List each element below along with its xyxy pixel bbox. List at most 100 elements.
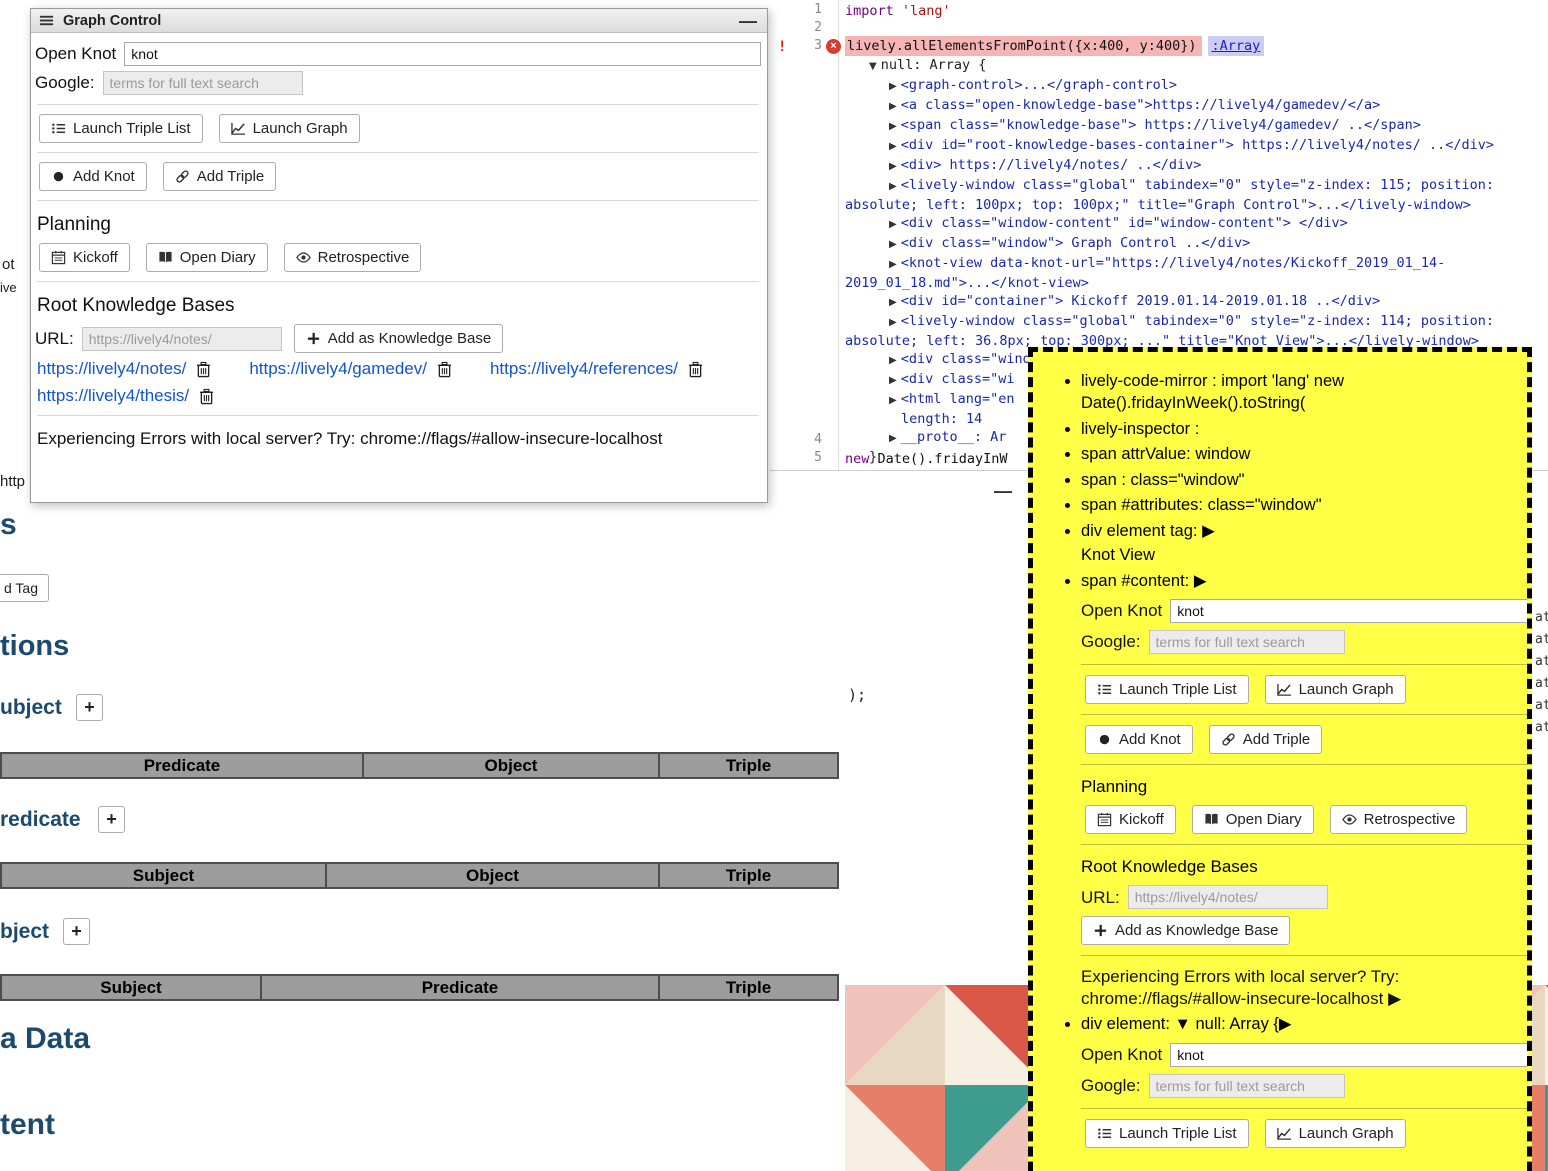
kb-item: https://lively4/thesis/	[37, 386, 214, 406]
expand-icon[interactable]: ▶	[889, 259, 897, 270]
open-diary-button[interactable]: Open Diary	[146, 243, 268, 272]
add-tag-button[interactable]: d Tag	[0, 574, 49, 602]
plus-icon	[1093, 923, 1108, 938]
gutter-line-number: 5	[770, 450, 822, 466]
trash-icon-button[interactable]	[688, 361, 703, 378]
expand-icon[interactable]: ▶	[889, 219, 897, 230]
element-preview-tooltip: lively-code-mirror : import 'lang' new D…	[1028, 347, 1532, 1171]
window-menu-icon[interactable]	[39, 13, 54, 28]
edge-text-fragment: at	[1535, 720, 1548, 735]
gutter-divider	[838, 0, 839, 471]
add-knot-button[interactable]: Add Knot	[39, 162, 147, 191]
error-highlighted-code: lively.allElementsFromPoint({x:400, y:40…	[845, 36, 1202, 56]
launch-triple-list-button[interactable]: Launch Triple List	[1085, 675, 1249, 704]
object-heading-fragment: bject	[0, 920, 49, 944]
divider	[37, 152, 759, 153]
kb-url-input[interactable]	[1128, 885, 1328, 909]
retrospective-button[interactable]: Retrospective	[1330, 805, 1468, 834]
tooltip-item-div-tag-title: Knot View	[1081, 544, 1513, 566]
open-knot-input[interactable]	[1170, 1043, 1529, 1067]
relations-table-header: Subject Object Triple	[0, 862, 839, 889]
window-minimize-button[interactable]: —	[994, 481, 1012, 502]
kb-link[interactable]: https://lively4/gamedev/	[249, 359, 427, 379]
kb-links: https://lively4/notes/ https://lively4/g…	[37, 359, 761, 406]
relations-heading-fragment: tions	[0, 630, 69, 663]
add-knot-button[interactable]: Add Knot	[1085, 725, 1193, 754]
eye-icon	[296, 250, 311, 265]
open-diary-button[interactable]: Open Diary	[1192, 805, 1314, 834]
page-heading-fragment: s	[0, 508, 17, 542]
window-minimize-button[interactable]: —	[739, 11, 757, 31]
expand-icon[interactable]: ▶	[889, 121, 897, 132]
knot-icon	[1097, 732, 1112, 747]
expand-icon[interactable]: ▶	[889, 181, 897, 192]
code-line-5[interactable]: new Date().fridayInW	[845, 450, 1008, 468]
kb-link[interactable]: https://lively4/references/	[490, 359, 678, 379]
knot-view-preview-partial: Open Knot Google: Launch Triple List Lau…	[1081, 1043, 1529, 1148]
tooltip-item-span-attr: span attrValue: window	[1081, 443, 1513, 465]
launch-graph-button[interactable]: Launch Graph	[1265, 1119, 1406, 1148]
google-search-input[interactable]	[103, 71, 303, 95]
collapse-icon[interactable]: ▼	[869, 61, 877, 72]
kickoff-button[interactable]: Kickoff	[39, 243, 130, 272]
launch-triple-list-button[interactable]: Launch Triple List	[1085, 1119, 1249, 1148]
kickoff-button[interactable]: Kickoff	[1085, 805, 1176, 834]
open-knot-input[interactable]	[124, 42, 761, 66]
expand-icon[interactable]: ▶	[889, 101, 897, 112]
code-line-3[interactable]: lively.allElementsFromPoint({x:400, y:40…	[845, 37, 1264, 55]
open-knot-input[interactable]	[1170, 599, 1529, 623]
expand-icon[interactable]: ▶	[889, 297, 897, 308]
google-search-input[interactable]	[1149, 1074, 1345, 1098]
array-annotation-link[interactable]: :Array	[1208, 36, 1265, 56]
error-icon[interactable]: ×	[826, 39, 841, 54]
table-header-cell: Triple	[660, 864, 837, 887]
trash-icon-button[interactable]	[437, 361, 452, 378]
table-header-cell: Predicate	[2, 754, 364, 777]
google-search-input[interactable]	[1149, 630, 1345, 654]
expand-icon[interactable]: ▶	[889, 141, 897, 152]
code-line-1[interactable]: import 'lang'	[845, 2, 951, 20]
add-kb-button[interactable]: Add as Knowledge Base	[294, 324, 503, 353]
trash-icon-button[interactable]	[196, 361, 211, 378]
add-triple-button[interactable]: Add Triple	[163, 162, 277, 191]
add-triple-button[interactable]: Add Triple	[1209, 725, 1323, 754]
url-label: URL:	[1081, 886, 1120, 909]
kb-link[interactable]: https://lively4/notes/	[37, 359, 186, 379]
expand-icon[interactable]: ▶	[889, 375, 897, 386]
tooltip-item-inspector: lively-inspector :	[1081, 418, 1513, 440]
gutter-error-marker: !	[778, 39, 786, 55]
kb-item: https://lively4/references/	[490, 359, 703, 379]
launch-graph-button[interactable]: Launch Graph	[219, 114, 360, 143]
kb-url-input[interactable]	[82, 327, 282, 351]
content-heading-fragment: tent	[0, 1108, 55, 1142]
expand-icon[interactable]: ▶	[889, 81, 897, 92]
add-predicate-button[interactable]: +	[98, 806, 125, 833]
knot-view-preview: Open Knot Google: Launch Triple List Lau…	[1081, 599, 1529, 1010]
add-kb-button[interactable]: Add as Knowledge Base	[1081, 916, 1290, 945]
expand-icon[interactable]: ▶	[889, 161, 897, 172]
retrospective-button[interactable]: Retrospective	[284, 243, 422, 272]
launch-triple-list-button[interactable]: Launch Triple List	[39, 114, 203, 143]
add-object-button[interactable]: +	[63, 918, 90, 945]
expand-icon[interactable]: ▶	[889, 317, 897, 328]
expand-icon[interactable]: ▶	[889, 395, 897, 406]
kb-link[interactable]: https://lively4/thesis/	[37, 386, 189, 406]
meta-data-heading-fragment: a Data	[0, 1022, 90, 1056]
predicate-heading-fragment: redicate	[0, 808, 81, 832]
chart-icon	[1277, 682, 1292, 697]
window-titlebar[interactable]: Graph Control —	[31, 9, 767, 33]
trash-icon-button[interactable]	[199, 388, 214, 405]
page-link-fragment: http	[0, 473, 25, 490]
expand-icon[interactable]: ▶	[889, 433, 897, 444]
table-header-cell: Triple	[660, 754, 837, 777]
launch-graph-button[interactable]: Launch Graph	[1265, 675, 1406, 704]
divider	[37, 415, 759, 416]
add-subject-button[interactable]: +	[76, 694, 103, 721]
expand-icon[interactable]: ▶	[889, 239, 897, 250]
relations-table-header: Subject Predicate Triple	[0, 974, 839, 1001]
expand-icon[interactable]: ▶	[889, 355, 897, 366]
divider	[1081, 844, 1529, 845]
eye-icon	[1342, 812, 1357, 827]
edge-text-fragment: at	[1535, 698, 1548, 713]
divider	[1081, 955, 1529, 956]
